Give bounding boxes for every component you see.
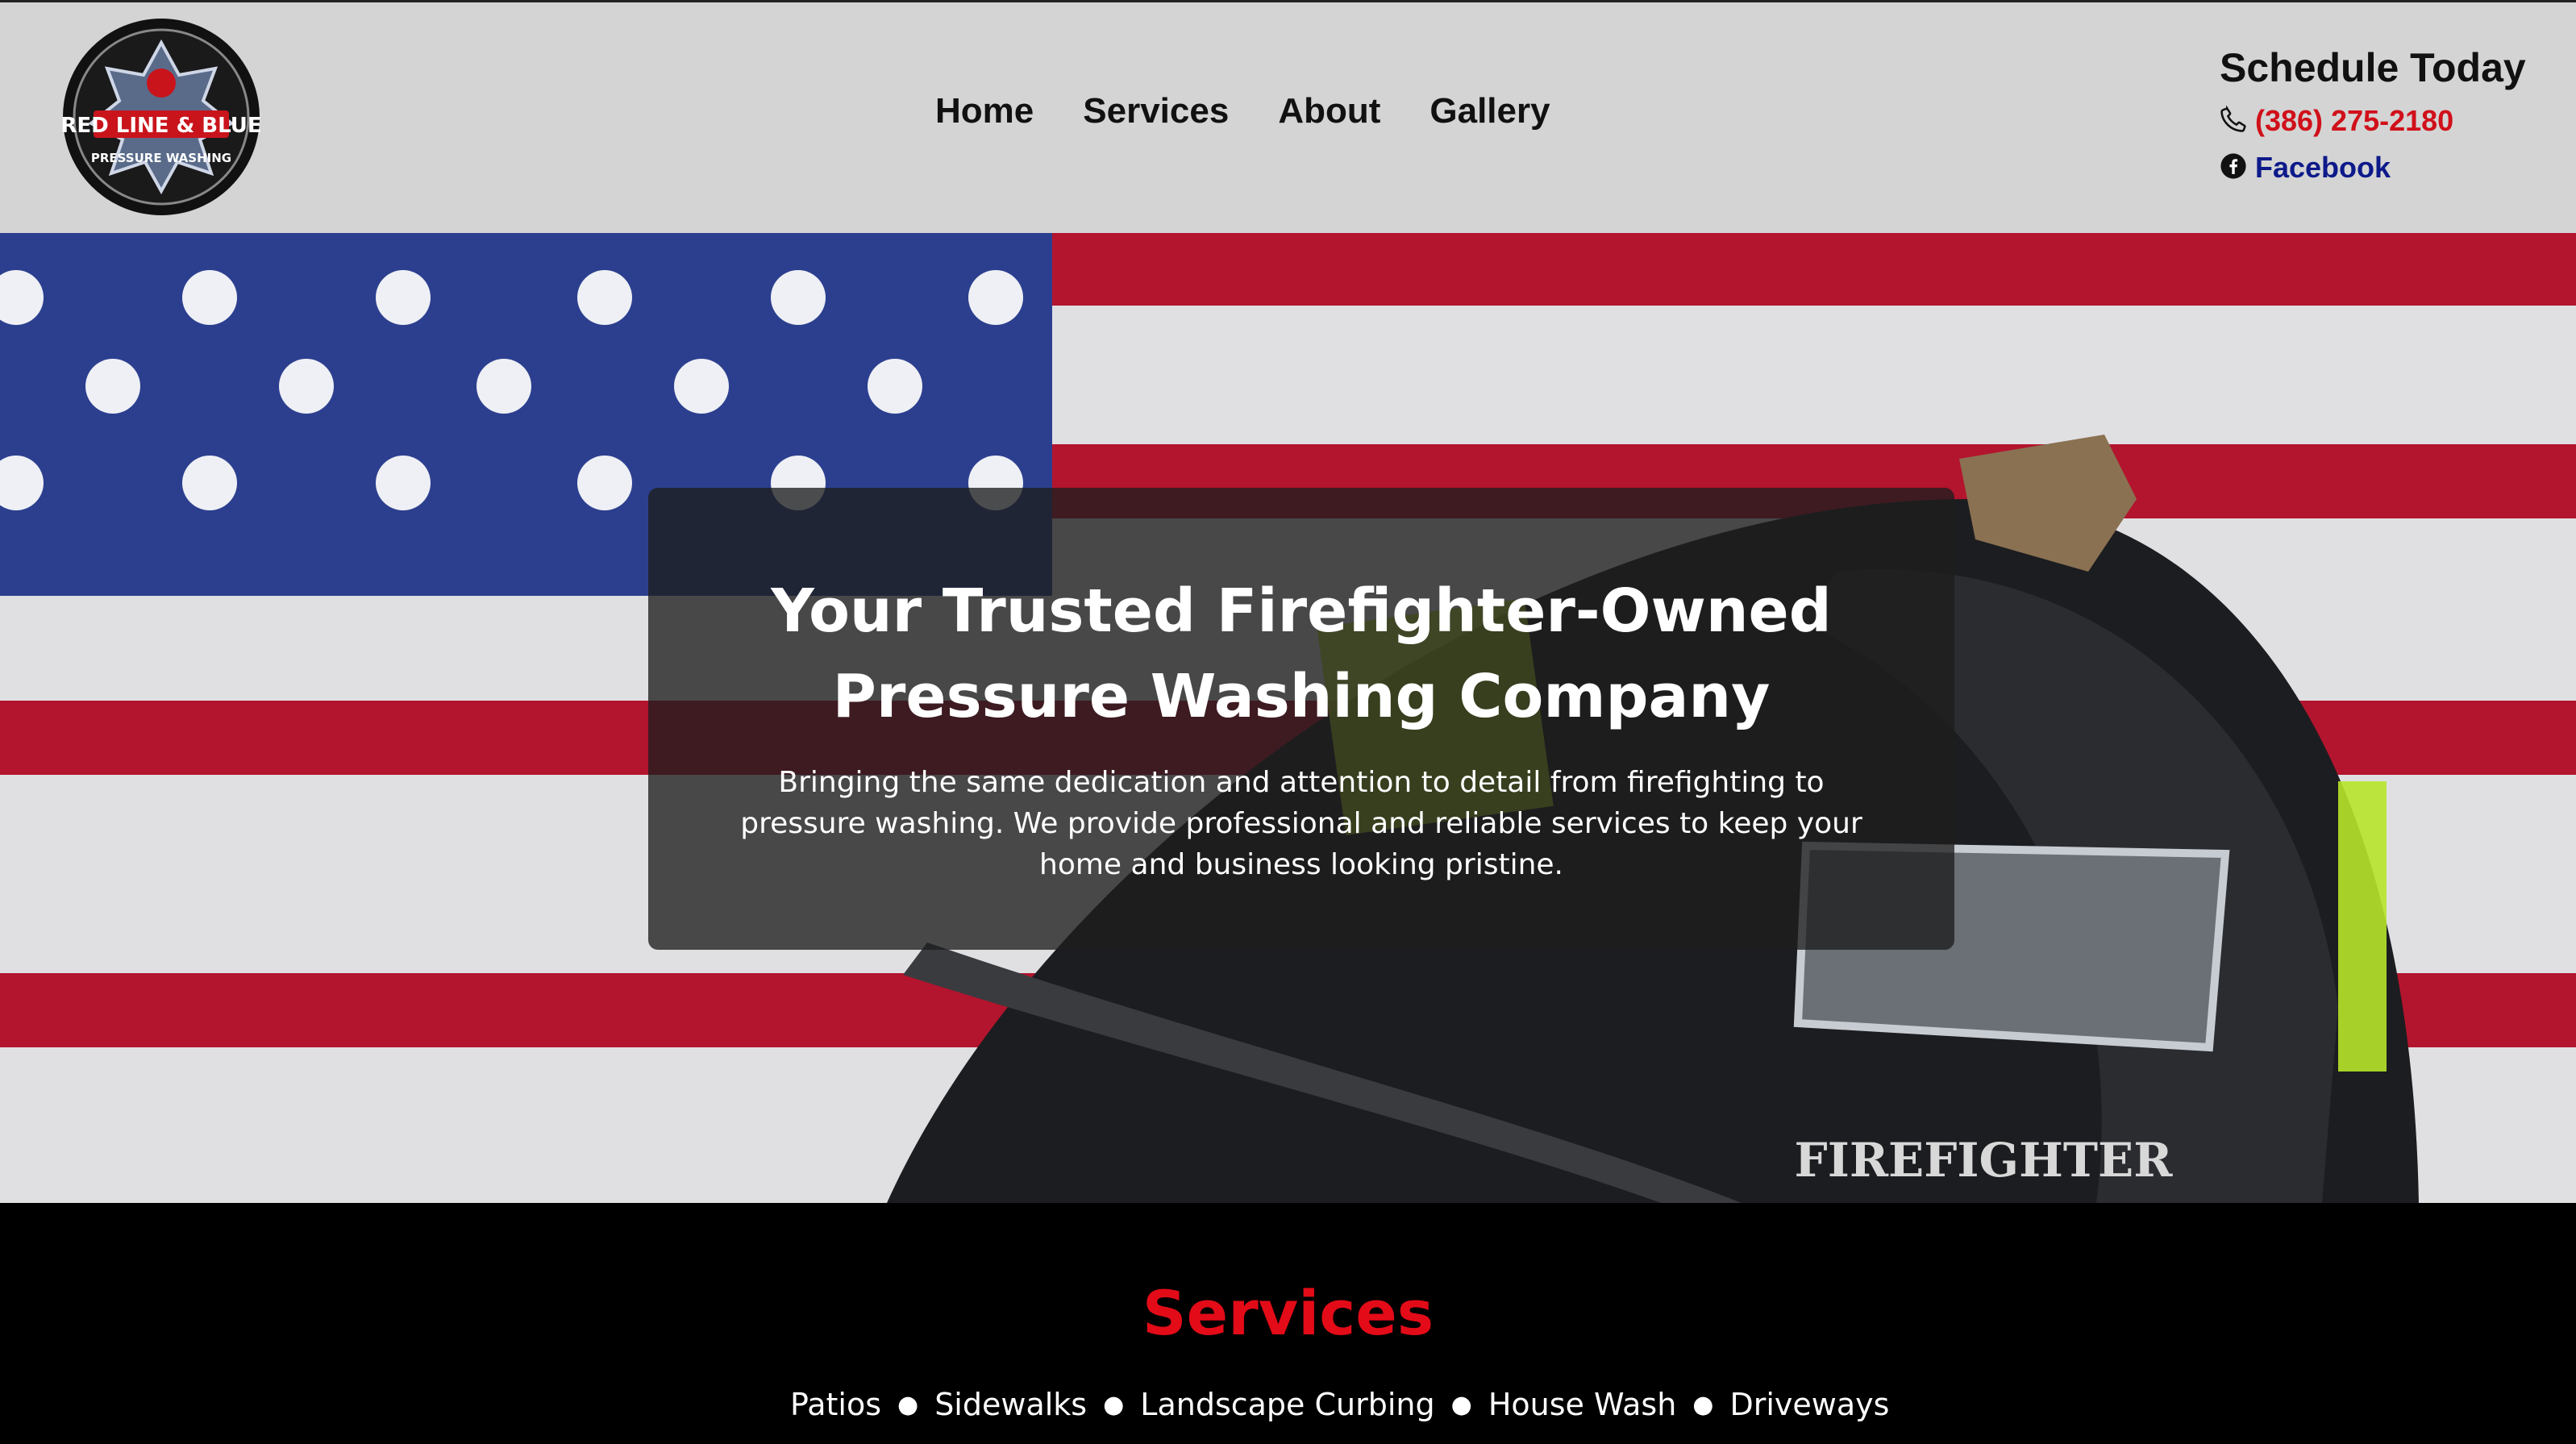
hero-subtitle: Bringing the same dedication and attenti… xyxy=(740,766,1862,881)
services-list: Patios ● Sidewalks ● Landscape Curbing ●… xyxy=(790,1387,1889,1422)
service-item: House Wash xyxy=(1488,1387,1677,1422)
facebook-link[interactable]: Facebook xyxy=(2255,151,2391,185)
service-item: Patios xyxy=(790,1387,881,1422)
bullet-separator: ● xyxy=(897,1390,919,1419)
hero-title-line-1: Your Trusted Firefighter-Owned xyxy=(771,576,1832,646)
service-item: Landscape Curbing xyxy=(1140,1387,1435,1422)
bullet-separator: ● xyxy=(1103,1390,1125,1419)
nav-gallery[interactable]: Gallery xyxy=(1429,91,1550,131)
hero-title-line-2: Pressure Washing Company xyxy=(832,662,1771,731)
phone-icon xyxy=(2220,104,2255,137)
nav-services[interactable]: Services xyxy=(1083,91,1229,131)
site-header: RED LINE & BLUE PRESSURE WASHING Home Se… xyxy=(0,0,2576,233)
contact-block: Schedule Today (386) 275-2180 Facebook xyxy=(2220,44,2526,185)
services-section: Services Patios ● Sidewalks ● Landscape … xyxy=(0,1203,2576,1444)
logo-text: RED LINE & BLUE xyxy=(60,114,261,138)
nav-about[interactable]: About xyxy=(1278,91,1380,131)
main-nav: Home Services About Gallery xyxy=(935,91,1550,131)
service-item: Driveways xyxy=(1729,1387,1890,1422)
nav-home[interactable]: Home xyxy=(935,91,1034,131)
facebook-icon xyxy=(2220,152,2255,184)
hero-title: Your Trusted Firefighter-Owned Pressure … xyxy=(648,568,1954,739)
service-item: Sidewalks xyxy=(934,1387,1088,1422)
services-title: Services xyxy=(1142,1277,1434,1349)
logo-subtext: PRESSURE WASHING xyxy=(91,151,231,165)
phone-link[interactable]: (386) 275-2180 xyxy=(2255,104,2453,138)
bullet-separator: ● xyxy=(1692,1390,1714,1419)
schedule-heading: Schedule Today xyxy=(2220,45,2526,90)
helmet-label: FIREFIGHTER xyxy=(1795,1133,2174,1188)
bullet-separator: ● xyxy=(1450,1390,1472,1419)
hero-overlay-card: Your Trusted Firefighter-Owned Pressure … xyxy=(648,488,1954,950)
site-logo[interactable]: RED LINE & BLUE PRESSURE WASHING xyxy=(58,19,264,215)
hero-section: FIREFIGHTER Your Trusted Firefighter-Own… xyxy=(0,233,2576,1203)
